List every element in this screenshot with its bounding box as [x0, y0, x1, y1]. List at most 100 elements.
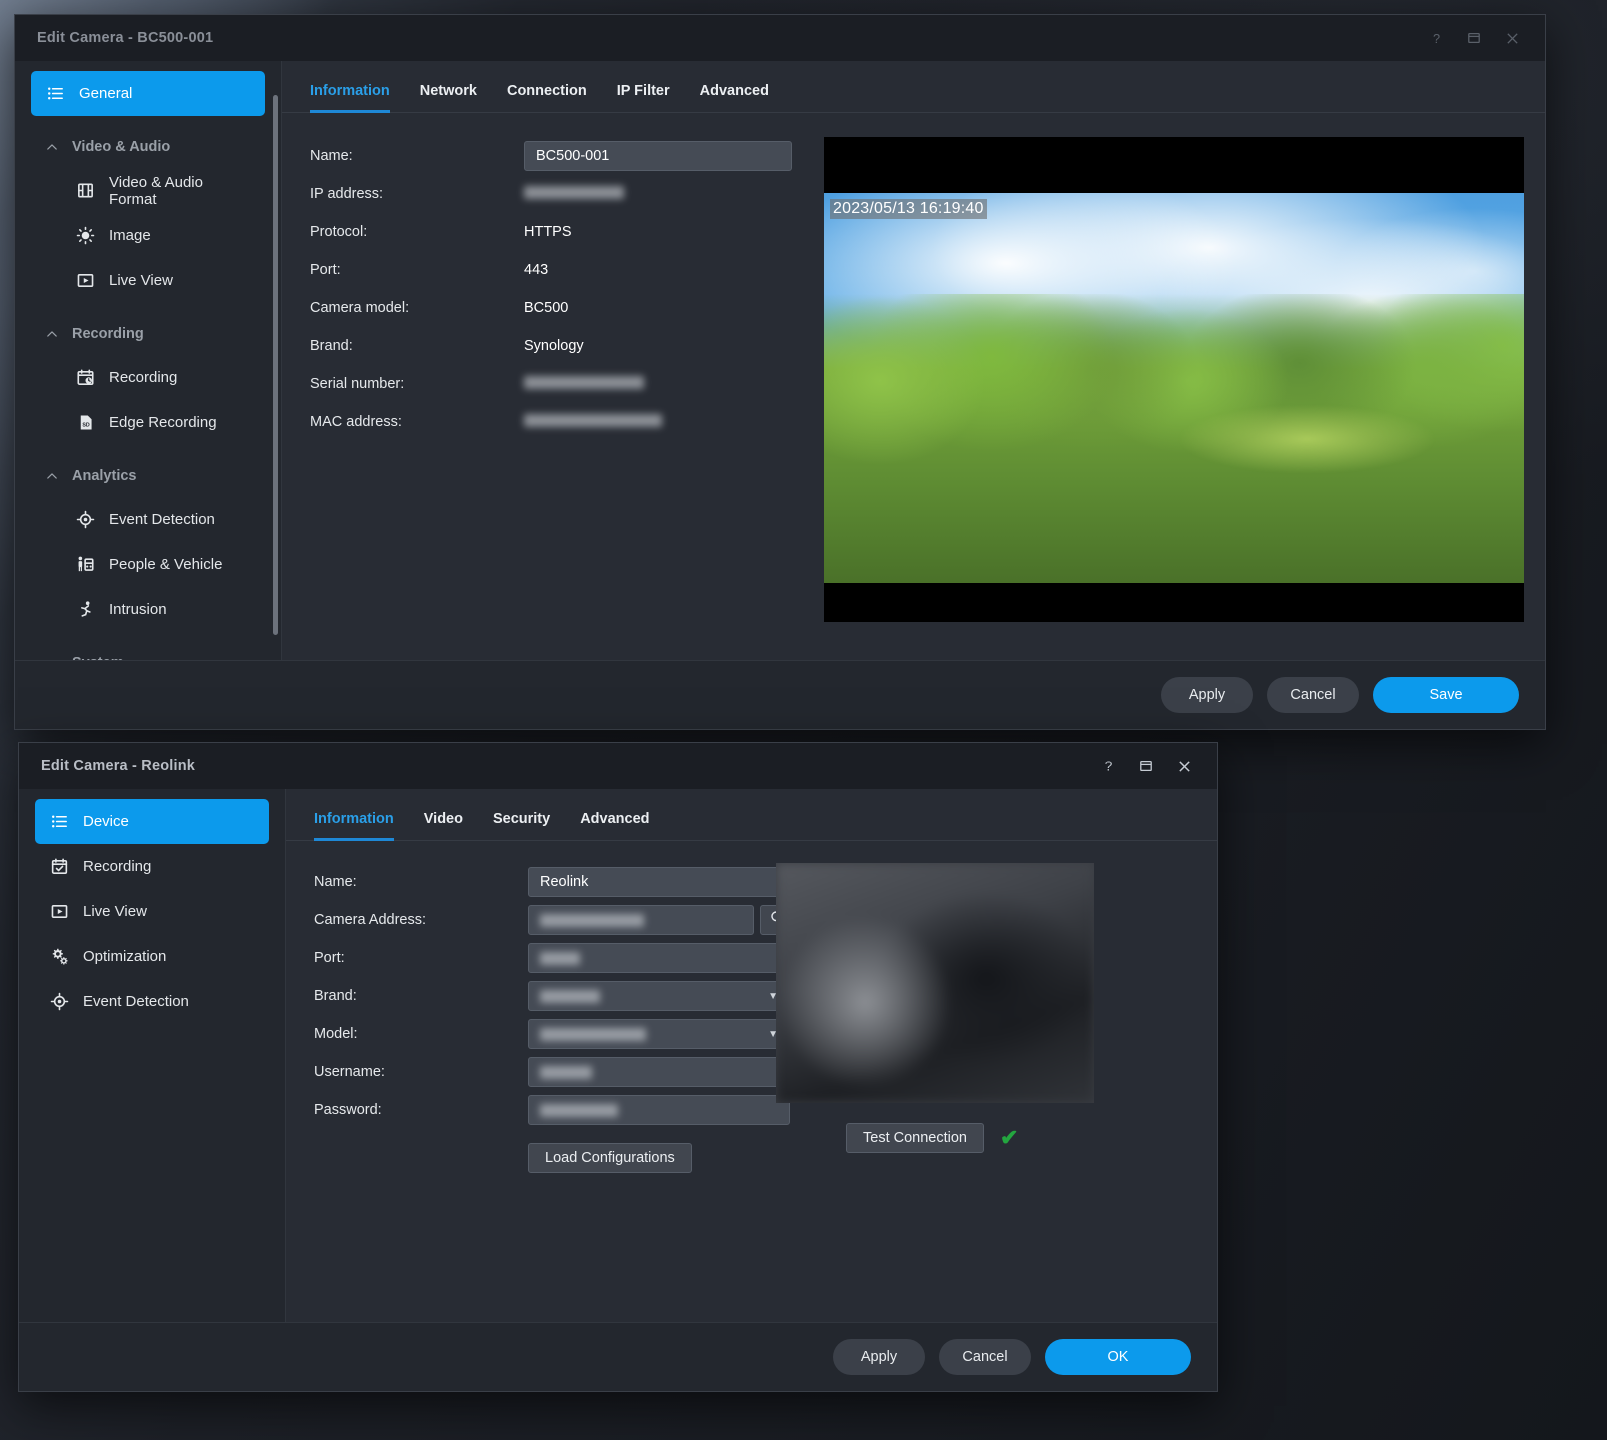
tab-ip-filter[interactable]: IP Filter [617, 83, 670, 113]
tab-connection[interactable]: Connection [507, 83, 587, 113]
svg-text:?: ? [1104, 758, 1112, 773]
sidebar-item-image[interactable]: Image [61, 213, 265, 258]
sidebar-item-optimization[interactable]: Optimization [35, 934, 269, 979]
load-configurations-button[interactable]: Load Configurations [528, 1143, 692, 1173]
window2-content: Information Video Security Advanced Name:Re… [285, 789, 1217, 1322]
list-icon [49, 812, 69, 832]
sidebar-item-label: Optimization [83, 948, 166, 965]
window2-footer[interactable]: Apply Cancel OK [19, 1322, 1217, 1391]
maximize-icon[interactable] [1127, 751, 1165, 781]
film-icon [75, 181, 95, 201]
sidebar-item-live-view[interactable]: Live View [61, 258, 265, 303]
field-label-model: Model: [314, 1026, 528, 1042]
apply-button[interactable]: Apply [1161, 677, 1253, 713]
field-value-mac-address [524, 414, 662, 431]
window1-tabbar[interactable]: Information Network Connection IP Filter Adv… [282, 61, 1545, 113]
field-value-camera-model: BC500 [524, 300, 568, 316]
redacted-value [540, 1066, 592, 1079]
calendar-check-icon [49, 857, 69, 877]
sidebar-item-event-detection[interactable]: Event Detection [61, 497, 265, 542]
field-label-port: Port: [314, 950, 528, 966]
edit-camera-bc500-window[interactable]: Edit Camera - BC500-001 ? General Video &… [14, 14, 1546, 730]
field-label-camera-model: Camera model: [310, 300, 524, 316]
field-label-port: Port: [310, 262, 524, 278]
sidebar-group-video-audio[interactable]: Video & Audio [31, 126, 265, 168]
tab-security[interactable]: Security [493, 811, 550, 841]
sidebar-group-label: Video & Audio [72, 139, 170, 155]
window1-preview-column: 2023/05/13 16:19:40 [824, 137, 1517, 660]
sidebar-group-recording[interactable]: Recording [31, 313, 265, 355]
sidebar-item-video-audio-format[interactable]: Video & Audio Format [61, 168, 265, 213]
cancel-button[interactable]: Cancel [1267, 677, 1359, 713]
apply-button[interactable]: Apply [833, 1339, 925, 1375]
chevron-up-icon [45, 469, 59, 483]
sidebar-item-label: General [79, 85, 132, 102]
window2-tabbar[interactable]: Information Video Security Advanced [286, 789, 1217, 841]
crosshair-icon [75, 510, 95, 530]
camera-preview-thumbnail[interactable] [776, 863, 1094, 1103]
sidebar-group-label: Recording [72, 326, 144, 342]
input-camera-address[interactable] [528, 905, 754, 935]
sidebar-group-label: Analytics [72, 468, 136, 484]
field-row-brand: Brand:▼ [314, 977, 730, 1015]
sidebar-item-edge-recording[interactable]: SD Edge Recording [61, 400, 265, 445]
maximize-icon[interactable] [1455, 23, 1493, 53]
input-name[interactable]: BC500-001 [524, 141, 792, 171]
field-row-serial-number: Serial number: [310, 365, 806, 403]
tab-video[interactable]: Video [424, 811, 463, 841]
sidebar-item-general[interactable]: General [31, 71, 265, 116]
close-icon[interactable] [1165, 751, 1203, 781]
test-connection-button[interactable]: Test Connection [846, 1123, 984, 1153]
sidebar-scrollbar-thumb[interactable] [273, 95, 278, 635]
sidebar-item-label: Event Detection [83, 993, 189, 1010]
sidebar-item-label: Recording [109, 369, 177, 386]
tab-advanced[interactable]: Advanced [580, 811, 649, 841]
help-icon[interactable]: ? [1417, 23, 1455, 53]
sidebar-item-device[interactable]: Device [35, 799, 269, 844]
cancel-button[interactable]: Cancel [939, 1339, 1031, 1375]
sidebar-group-analytics[interactable]: Analytics [31, 455, 265, 497]
field-row-name: Name:BC500-001 [310, 137, 806, 175]
sidebar-item-intrusion[interactable]: Intrusion [61, 587, 265, 632]
edit-camera-reolink-window[interactable]: Edit Camera - Reolink ? DeviceRecordingL… [18, 742, 1218, 1392]
sidebar-item-people-vehicle[interactable]: People & Vehicle [61, 542, 265, 587]
sidebar-item-label: Intrusion [109, 601, 167, 618]
sidebar-item-recording[interactable]: Recording [35, 844, 269, 889]
window1-titlebar[interactable]: Edit Camera - BC500-001 ? [15, 15, 1545, 61]
sidebar-item-event-detection[interactable]: Event Detection [35, 979, 269, 1024]
sidebar-item-label: Edge Recording [109, 414, 217, 431]
window2-sidebar[interactable]: Device RecordingLive View Optimization Even… [19, 789, 285, 1322]
redacted-value [540, 1028, 646, 1041]
tab-information[interactable]: Information [310, 83, 390, 113]
help-icon[interactable]: ? [1089, 751, 1127, 781]
tab-advanced[interactable]: Advanced [700, 83, 769, 113]
tab-network[interactable]: Network [420, 83, 477, 113]
field-value-port: 443 [524, 262, 548, 278]
field-row-name: Name:Reolink [314, 863, 730, 901]
field-value-protocol: HTTPS [524, 224, 572, 240]
sidebar-item-label: Device [83, 813, 129, 830]
field-value-serial-number [524, 376, 644, 393]
sidebar-item-label: Live View [109, 272, 173, 289]
window1-title: Edit Camera - BC500-001 [37, 30, 213, 46]
window2-titlebar[interactable]: Edit Camera - Reolink ? [19, 743, 1217, 789]
window1-sidebar[interactable]: General Video & Audio Video & Audio Format… [15, 61, 281, 660]
camera-live-preview[interactable]: 2023/05/13 16:19:40 [824, 137, 1524, 622]
field-row-camera-model: Camera model:BC500 [310, 289, 806, 327]
sidebar-item-recording[interactable]: Recording [61, 355, 265, 400]
close-icon[interactable] [1493, 23, 1531, 53]
sd-card-icon: SD [75, 413, 95, 433]
field-row-ip-address: IP address: [310, 175, 806, 213]
sidebar-group-system[interactable]: System [31, 642, 265, 660]
chevron-up-icon [45, 140, 59, 154]
field-label-name: Name: [310, 148, 524, 164]
field-value-brand: Synology [524, 338, 584, 354]
window1-footer[interactable]: Apply Cancel Save [15, 660, 1545, 729]
sidebar-item-live-view[interactable]: Live View [35, 889, 269, 934]
ok-button[interactable]: OK [1045, 1339, 1191, 1375]
sidebar-item-label: Video & Audio Format [109, 174, 251, 208]
field-label-brand: Brand: [314, 988, 528, 1004]
save-button[interactable]: Save [1373, 677, 1519, 713]
tab-information[interactable]: Information [314, 811, 394, 841]
window1-info-form: Name:BC500-001IP address:Protocol:HTTPSP… [296, 137, 806, 660]
